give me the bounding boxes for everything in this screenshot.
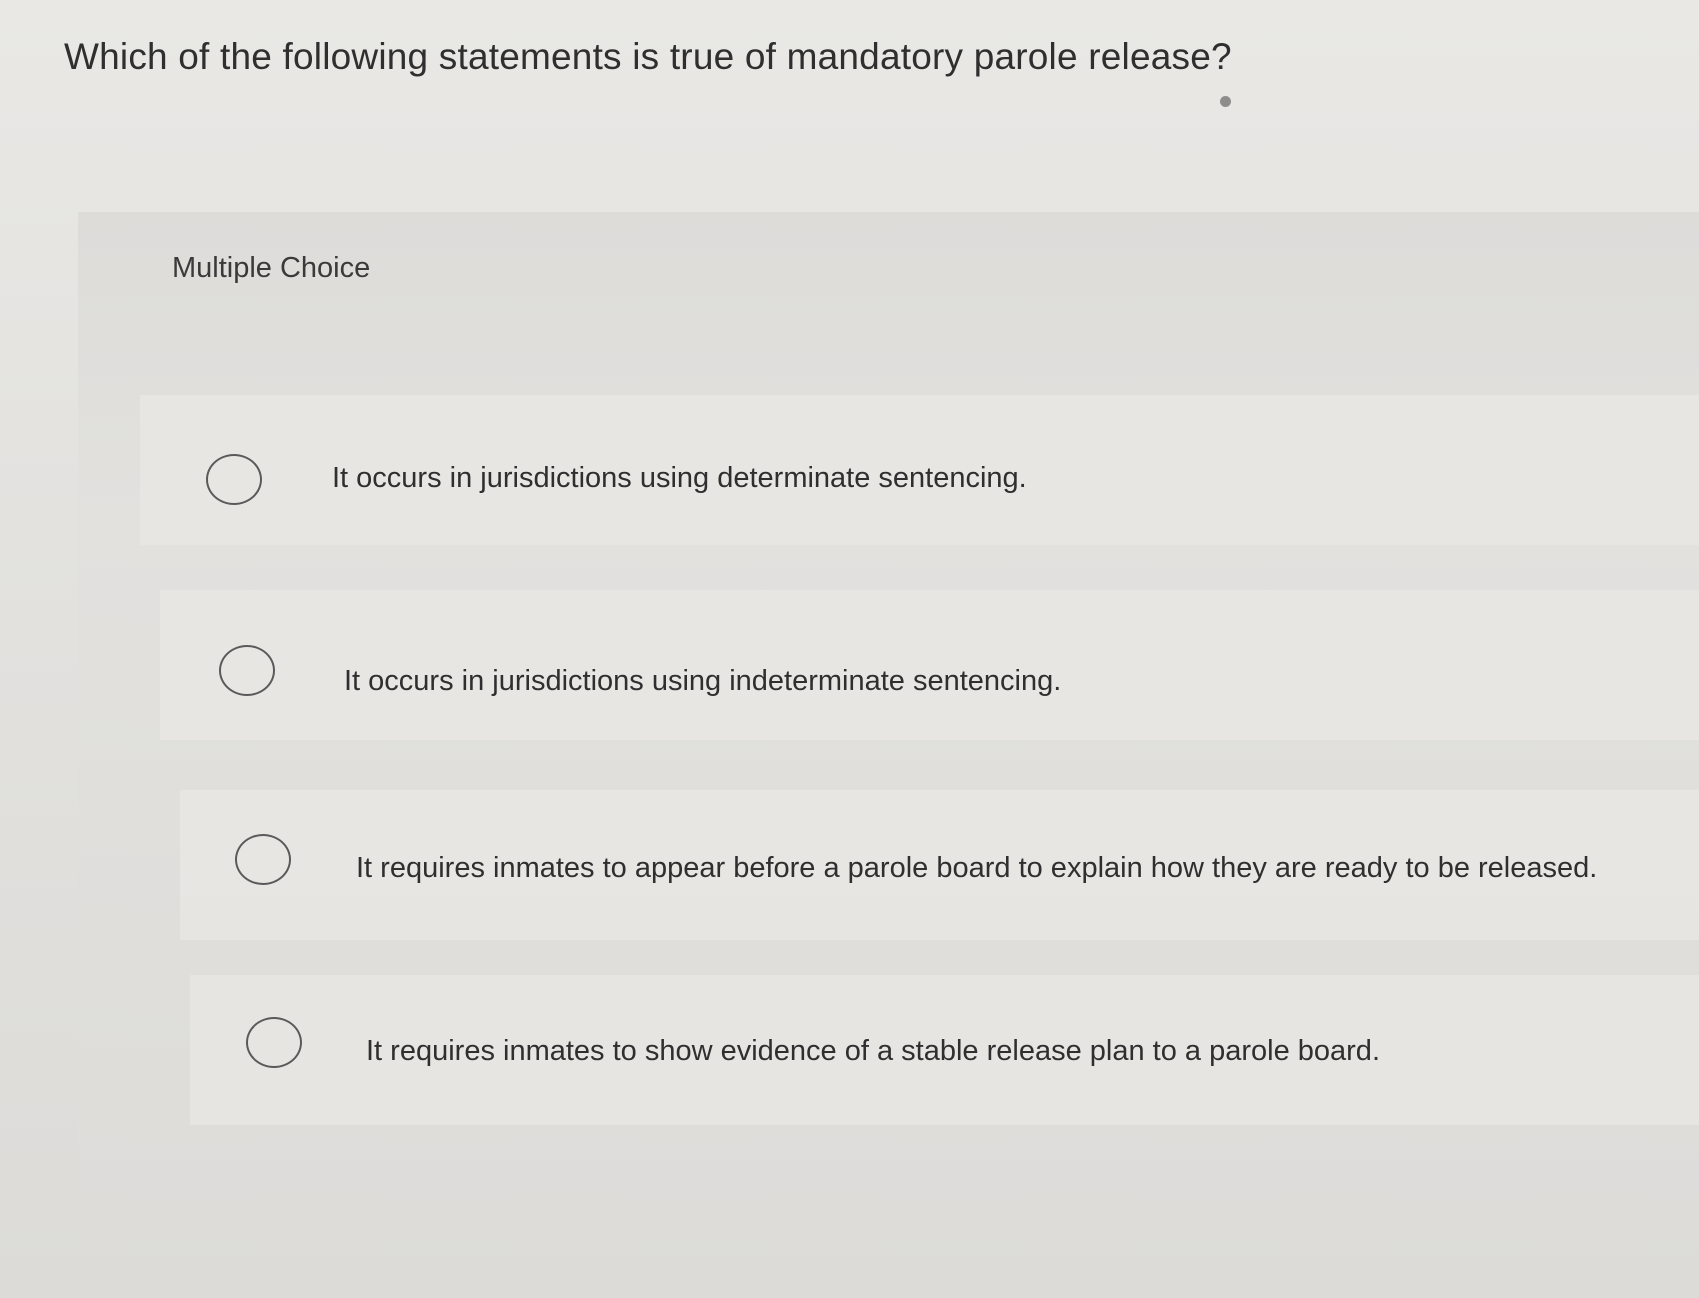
option-radio[interactable] xyxy=(235,834,291,885)
multiple-choice-label: Multiple Choice xyxy=(172,252,371,284)
speck-dot xyxy=(1220,96,1231,107)
option-radio[interactable] xyxy=(206,454,262,505)
option-text[interactable]: It requires inmates to appear before a p… xyxy=(356,852,1597,885)
option-radio[interactable] xyxy=(219,645,275,696)
option-text[interactable]: It occurs in jurisdictions using determi… xyxy=(332,462,1027,495)
option-radio[interactable] xyxy=(246,1017,302,1068)
question-text: Which of the following statements is tru… xyxy=(64,36,1232,77)
option-text[interactable]: It occurs in jurisdictions using indeter… xyxy=(344,665,1061,698)
option-text[interactable]: It requires inmates to show evidence of … xyxy=(366,1035,1380,1068)
